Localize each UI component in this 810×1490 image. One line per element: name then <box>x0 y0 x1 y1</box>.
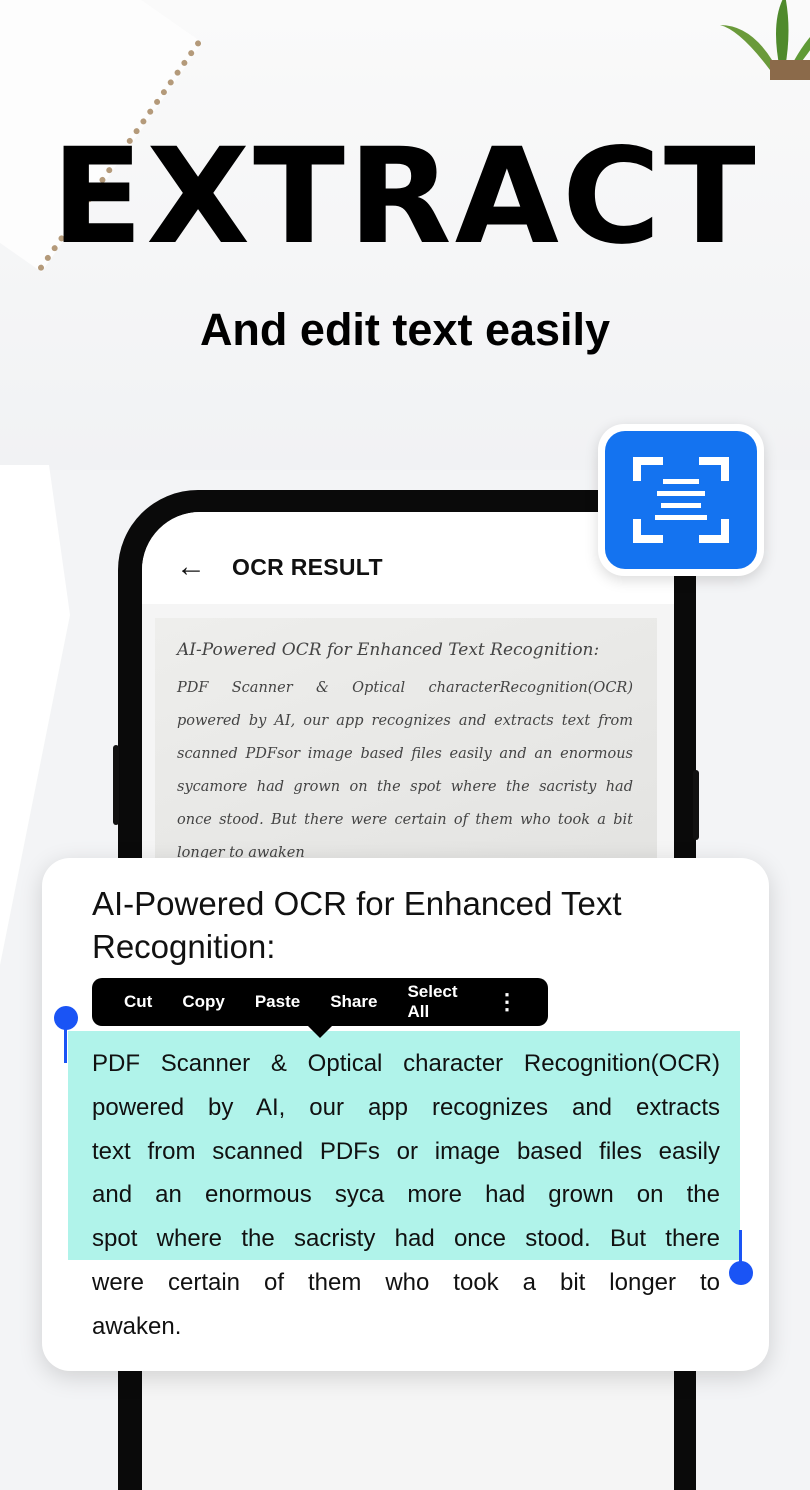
scanned-line: scanned PDFsor image based files easily … <box>177 746 633 762</box>
text-line: text from scanned PDFs or image based fi… <box>92 1137 720 1165</box>
hero-subtitle: And edit text easily <box>199 304 611 355</box>
text-line: and an enormous syca more had grown on t… <box>92 1181 720 1209</box>
scanned-title: AI-Powered OCR for Enhanced Text Recogni… <box>177 640 600 660</box>
screen-title: OCR RESULT <box>232 553 383 580</box>
hero-title: EXTRACT <box>51 120 759 274</box>
more-vertical-icon[interactable]: ⋮ <box>496 991 518 1013</box>
text-line: PDF Scanner & Optical character Recognit… <box>92 1050 720 1077</box>
arrow-left-icon[interactable]: ← <box>176 550 206 584</box>
document-scan-icon <box>605 431 757 569</box>
result-title[interactable]: AI-Powered OCR for Enhanced Text Recogni… <box>92 882 732 968</box>
select-all-button[interactable]: Select All <box>407 982 474 1022</box>
share-button[interactable]: Share <box>330 992 377 1012</box>
result-text[interactable]: PDF Scanner & Optical character Recognit… <box>92 1042 720 1349</box>
ocr-result-card: AI-Powered OCR for Enhanced Text Recogni… <box>42 858 769 1371</box>
text-line: powered by AI, our app recognizes and ex… <box>92 1093 720 1121</box>
scanned-line: once stood. But there were certain of th… <box>177 812 633 828</box>
selection-handle-start[interactable] <box>54 1006 78 1030</box>
scanned-line: PDF Scanner & Optical characterRecogniti… <box>177 680 633 696</box>
paste-button[interactable]: Paste <box>255 992 300 1012</box>
text-selection-menu: Cut Copy Paste Share Select All ⋮ <box>92 978 548 1038</box>
plant-decoration <box>720 0 810 80</box>
selection-handle-end[interactable] <box>729 1261 753 1285</box>
scanned-line: powered by AI, our app recognizes and ex… <box>177 713 633 729</box>
copy-button[interactable]: Copy <box>182 992 225 1012</box>
cut-button[interactable]: Cut <box>124 992 152 1012</box>
text-line: awaken. <box>92 1312 182 1340</box>
phone-side-button <box>113 745 119 825</box>
phone-side-button <box>693 770 699 840</box>
text-line: spot where the sacristy had once stood. … <box>92 1225 720 1253</box>
scanned-line: sycamore had grown on the spot where the… <box>177 779 633 795</box>
text-line: were certain of them who took a bit long… <box>92 1268 720 1296</box>
app-bar: ← OCR RESULT <box>142 512 674 604</box>
app-icon-badge <box>598 424 764 576</box>
